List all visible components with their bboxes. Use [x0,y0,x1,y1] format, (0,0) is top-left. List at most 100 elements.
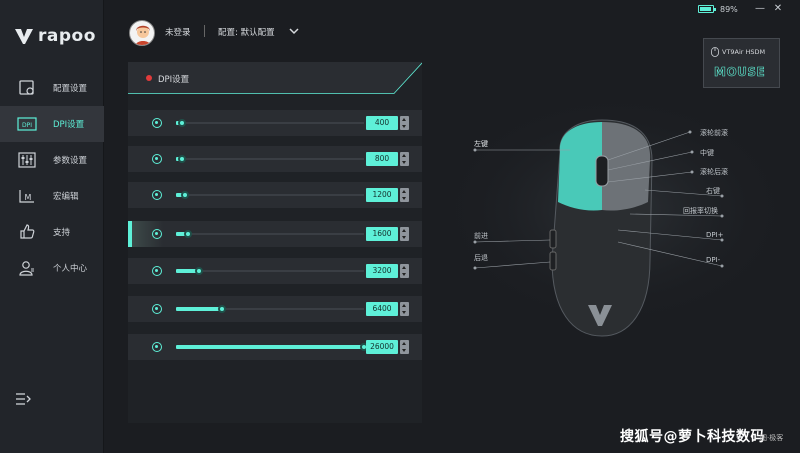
dpi-slider[interactable] [176,343,368,351]
dpi-stepper[interactable] [400,302,409,316]
dpi-slider-thumb[interactable] [218,305,226,313]
sliders-icon [17,150,37,170]
callout-dpi-plus: DPI+ [706,231,724,239]
dpi-stepper[interactable] [400,152,409,166]
sidebar: rapoo 配置设置 DPI DPI设置 参数设置 M 宏编辑 支持 个人中心 [0,0,104,453]
dpi-row[interactable]: 400 [128,110,422,136]
active-row-indicator [128,221,132,247]
dpi-stage-radio[interactable] [152,118,162,128]
dpi-slider[interactable] [176,155,364,163]
sidebar-item-label: 参数设置 [53,156,88,166]
brand-name: rapoo [38,26,96,46]
dpi-value-field[interactable]: 26000 [366,340,398,354]
user-icon [17,258,37,278]
sidebar-item-label: 宏编辑 [53,192,79,202]
callout-right-button: 右键 [706,187,720,195]
sidebar-item-profile[interactable]: 个人中心 [0,250,104,286]
dpi-stage-radio[interactable] [152,154,162,164]
avatar[interactable] [129,20,155,46]
chevron-down-icon[interactable] [288,25,300,37]
watermark: 搜狐号@萝卜科技数码 [620,429,765,445]
watermark-sub: 图·极客 [760,434,784,442]
sidebar-item-label: 个人中心 [53,264,88,274]
callout-dpi-minus: DPI- [706,256,721,264]
dpi-value-field[interactable]: 800 [366,152,398,166]
callout-back: 后退 [474,254,488,262]
dpi-value-field[interactable]: 1200 [366,188,398,202]
dpi-stepper[interactable] [400,227,409,241]
sidebar-item-config[interactable]: 配置设置 [0,70,104,106]
dpi-stepper[interactable] [400,340,409,354]
dpi-panel: DPI设置 400 800 1200 1600 3200 6400 26000 [128,62,422,423]
device-type: MOUSE [714,65,766,80]
dpi-stage-radio[interactable] [152,190,162,200]
dpi-icon: DPI [17,114,37,134]
logo-mark-icon [15,29,33,44]
battery-percent: 89% [720,5,738,14]
topbar: 未登录 配置: 默认配置 89% — ✕ [104,0,800,62]
dpi-stage-radio[interactable] [152,229,162,239]
dpi-stage-radio[interactable] [152,266,162,276]
dpi-row[interactable]: 3200 [128,258,422,284]
callout-polling-rate: 回报率切换 [683,207,718,215]
dpi-slider-fill [176,307,222,311]
dpi-row[interactable]: 1200 [128,182,422,208]
status-dot [146,75,152,81]
dpi-slider[interactable] [176,191,364,199]
battery-icon [698,5,716,13]
dpi-slider[interactable] [176,230,364,238]
dpi-slider-thumb[interactable] [195,267,203,275]
close-icon[interactable]: ✕ [772,3,784,15]
dpi-slider-fill [176,345,364,349]
thumbs-up-icon [17,222,37,242]
callout-wheel-back: 滚轮后滚 [700,168,728,176]
callout-left-button: 左键 [474,140,488,148]
sidebar-item-label: 支持 [53,228,71,238]
dpi-slider-thumb[interactable] [181,191,189,199]
config-icon [17,78,37,98]
dpi-stage-radio[interactable] [152,304,162,314]
sidebar-item-label: DPI设置 [53,120,85,130]
device-card[interactable]: VT9Air HSDM MOUSE [703,38,780,88]
dpi-stepper[interactable] [400,116,409,130]
sidebar-item-support[interactable]: 支持 [0,214,104,250]
dpi-row[interactable]: 800 [128,146,422,172]
avatar-icon [135,25,151,45]
panel-title: DPI设置 [158,75,190,85]
sidebar-item-label: 配置设置 [53,84,88,94]
sidebar-item-dpi[interactable]: DPI DPI设置 [0,106,104,142]
svg-text:M: M [25,193,32,202]
config-selector-label[interactable]: 配置: 默认配置 [218,26,275,38]
dpi-row[interactable]: 1600 [128,221,422,247]
dpi-slider-thumb[interactable] [178,119,186,127]
battery-fill [700,7,711,11]
mouse-illustration [435,90,795,337]
dpi-slider[interactable] [176,305,364,313]
dpi-row[interactable]: 26000 [128,334,422,360]
minimize-icon[interactable]: — [754,3,766,15]
rapoo-logo: rapoo [14,26,96,46]
dpi-slider[interactable] [176,267,364,275]
macro-icon: M [17,186,37,206]
user-name[interactable]: 未登录 [165,26,191,38]
dpi-value-field[interactable]: 1600 [366,227,398,241]
sidebar-nav: 配置设置 DPI DPI设置 参数设置 M 宏编辑 支持 个人中心 [0,70,104,286]
dpi-slider-thumb[interactable] [178,155,186,163]
collapse-menu-icon[interactable] [14,390,32,408]
sidebar-item-macro[interactable]: M 宏编辑 [0,178,104,214]
dpi-stepper[interactable] [400,264,409,278]
dpi-stepper[interactable] [400,188,409,202]
device-name: VT9Air HSDM [722,48,766,56]
divider [204,25,205,37]
dpi-value-field[interactable]: 6400 [366,302,398,316]
mouse-icon [711,47,719,57]
sidebar-item-params[interactable]: 参数设置 [0,142,104,178]
dpi-slider-thumb[interactable] [184,230,192,238]
dpi-slider[interactable] [176,119,364,127]
dpi-value-field[interactable]: 3200 [366,264,398,278]
svg-text:DPI: DPI [22,122,32,129]
dpi-row[interactable]: 6400 [128,296,422,322]
dpi-value-field[interactable]: 400 [366,116,398,130]
dpi-stage-radio[interactable] [152,342,162,352]
callout-forward: 前进 [474,232,488,240]
